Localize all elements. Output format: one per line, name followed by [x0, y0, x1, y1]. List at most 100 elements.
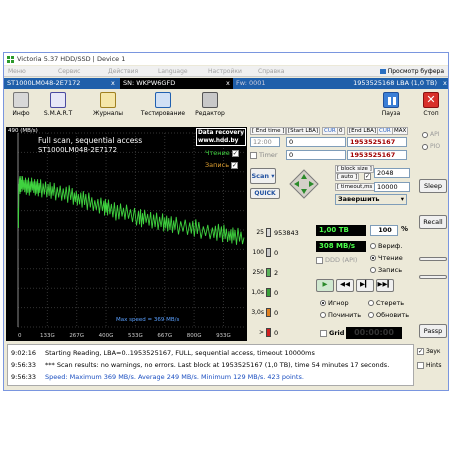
- latency-row: 100 0: [250, 247, 278, 258]
- log-text-3: Speed: Maximum 369 MB/s. Average 249 MB/…: [45, 373, 304, 381]
- spare-button-2[interactable]: [419, 275, 447, 279]
- sound-checkbox[interactable]: ✓: [417, 348, 424, 355]
- end-max-button[interactable]: MAX: [392, 127, 409, 135]
- ignore-radio[interactable]: Игнор: [320, 299, 349, 307]
- grid-label: Grid: [329, 329, 345, 337]
- menu-service[interactable]: Сервис: [58, 68, 104, 75]
- editor-button[interactable]: Редактор: [192, 92, 228, 122]
- testing-label: Тестирование: [140, 110, 186, 117]
- recall-button[interactable]: Recall: [419, 215, 447, 229]
- repair-radio[interactable]: Починить: [320, 311, 361, 319]
- write-checkbox[interactable]: ✓: [231, 161, 239, 169]
- erase-radio[interactable]: Стереть: [368, 299, 404, 307]
- refresh-radio[interactable]: Обновить: [368, 311, 409, 319]
- journals-button[interactable]: Журналы: [90, 92, 126, 122]
- end-lba-field-2[interactable]: 1953525167: [347, 150, 407, 160]
- end-time-label: [ End time ]: [250, 127, 287, 135]
- sound-toggle[interactable]: ✓ Звук: [417, 348, 441, 355]
- end-cur-button[interactable]: CUR: [377, 127, 393, 135]
- read-checkbox[interactable]: ✓: [231, 149, 239, 157]
- timer-toggle[interactable]: Timer: [250, 151, 278, 159]
- end-lba-label: [End LBA]: [347, 127, 379, 135]
- x-tick-label: 133G: [40, 333, 55, 339]
- play-icon: ▶: [322, 280, 328, 288]
- pio-radio[interactable]: PIO: [422, 143, 440, 150]
- hints-checkbox[interactable]: [417, 362, 424, 369]
- x-tick-label: 0: [18, 333, 22, 339]
- menu-actions[interactable]: Действия: [108, 68, 154, 75]
- direction-pad[interactable]: [289, 169, 319, 199]
- latency-row: 25 953843: [250, 227, 299, 238]
- hints-label: Hints: [426, 362, 442, 369]
- timer-field[interactable]: 0: [286, 150, 346, 160]
- buffer-view-button[interactable]: Просмотр буфера: [379, 68, 444, 75]
- drive-model-close[interactable]: x: [108, 78, 120, 89]
- refresh-label: Обновить: [376, 311, 410, 319]
- end-time-field[interactable]: 12:00: [250, 137, 280, 147]
- timer-checkbox[interactable]: [250, 151, 257, 159]
- timeout-select[interactable]: 10000: [374, 182, 410, 192]
- ddd-checkbox[interactable]: [316, 256, 323, 264]
- smart-button[interactable]: S.M.A.R.T: [40, 92, 76, 122]
- menu-language[interactable]: Language: [158, 68, 204, 75]
- ddd-toggle[interactable]: DDD (API): [316, 256, 357, 264]
- testing-button[interactable]: Тестирование: [140, 92, 186, 122]
- menu-main[interactable]: Меню: [8, 68, 54, 75]
- auto-checkbox[interactable]: ✓: [364, 173, 371, 180]
- log-text-2: *** Scan results: no warnings, no errors…: [45, 361, 390, 369]
- skip-button[interactable]: ▶▎: [356, 279, 374, 292]
- stop-button[interactable]: ✕ Стоп: [418, 92, 444, 122]
- spare-button-1[interactable]: [419, 257, 447, 261]
- grid-checkbox[interactable]: [320, 329, 327, 337]
- quick-button[interactable]: QUICK: [250, 188, 280, 199]
- verify-radio[interactable]: Вериф.: [370, 242, 402, 250]
- back-icon: ◀◀: [340, 280, 350, 288]
- x-tick-label: 267G: [69, 333, 84, 339]
- pause-button[interactable]: Пауза: [378, 92, 404, 122]
- drive-model[interactable]: ST1000LM048-2E7172: [4, 78, 108, 89]
- latency-color-bar: [266, 288, 271, 297]
- graph-device: ST1000LM048-2E7172: [38, 146, 118, 154]
- timer-label: Timer: [259, 151, 278, 159]
- drive-capacity-close[interactable]: x: [440, 78, 448, 89]
- back-button[interactable]: ◀◀: [336, 279, 354, 292]
- api-radio[interactable]: API: [422, 131, 440, 138]
- start-lba-field[interactable]: 0: [286, 137, 346, 147]
- graph-write-toggle[interactable]: Запись ✓: [205, 161, 239, 169]
- pause-label: Пауза: [381, 110, 401, 117]
- menu-help[interactable]: Справка: [258, 68, 304, 75]
- start-zero-button[interactable]: 0: [337, 127, 345, 135]
- play-button[interactable]: ▶: [316, 279, 334, 292]
- sleep-button[interactable]: Sleep: [419, 179, 447, 193]
- write-radio[interactable]: Запись: [370, 266, 402, 274]
- info-button[interactable]: Инфо: [8, 92, 34, 122]
- hints-toggle[interactable]: Hints: [417, 362, 441, 369]
- drive-firmware: Fw: 0001: [233, 78, 339, 89]
- read-radio[interactable]: Чтение: [370, 254, 403, 262]
- drive-serial-close[interactable]: x: [223, 78, 233, 89]
- log-time-2: 9:56:33: [11, 361, 37, 369]
- journals-label: Журналы: [93, 110, 123, 117]
- graph-read-label: Чтение: [205, 149, 230, 157]
- latency-color-bar: [266, 248, 271, 257]
- verify-radio-dot: [370, 243, 376, 249]
- ignore-label: Игнор: [328, 299, 349, 307]
- menu-settings[interactable]: Настройки: [208, 68, 254, 75]
- scan-button[interactable]: Scan ▾: [250, 168, 276, 184]
- pio-radio-dot: [422, 143, 428, 150]
- passp-button[interactable]: Passp: [419, 324, 447, 338]
- grid-toggle[interactable]: Grid: [320, 329, 344, 337]
- drive-bar: ST1000LM048-2E7172 x SN: WKPW6GFD x Fw: …: [4, 78, 448, 89]
- drive-serial: SN: WKPW6GFD: [120, 78, 223, 89]
- latency-color-bar: [266, 268, 271, 277]
- block-size-select[interactable]: 2048: [374, 168, 410, 178]
- latency-count: 0: [274, 248, 279, 257]
- graph-read-toggle[interactable]: Чтение ✓: [205, 149, 239, 157]
- end-button[interactable]: ▶▶▎: [376, 279, 394, 292]
- latency-color-bar: [266, 228, 271, 237]
- finish-select[interactable]: Завершить ▾: [335, 194, 407, 205]
- percent-display: 100: [370, 225, 398, 236]
- end-lba-field[interactable]: 1953525167: [347, 137, 407, 147]
- latency-row: 3,0s 0: [250, 307, 278, 318]
- start-cur-button[interactable]: CUR: [322, 127, 338, 135]
